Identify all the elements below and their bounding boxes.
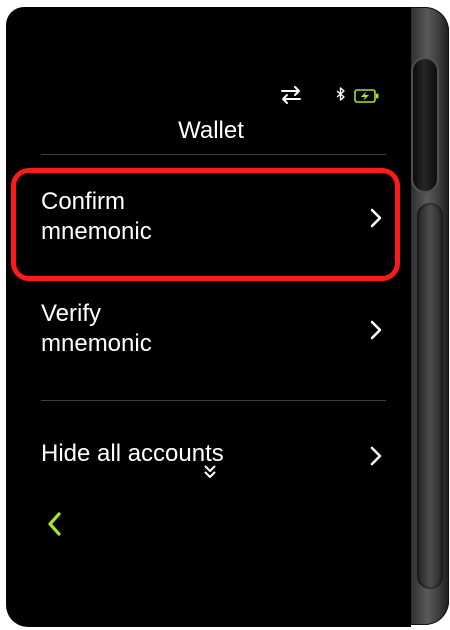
selection-highlight: [11, 168, 400, 281]
chevron-right-icon: [370, 446, 382, 471]
device-screen: Wallet Confirm mnemonic Verify mnemonic …: [6, 7, 411, 627]
double-chevron-down-icon[interactable]: [204, 465, 216, 484]
menu-item-label: Hide all accounts: [41, 440, 224, 467]
bluetooth-icon: [336, 87, 346, 106]
hardware-wallet-device: Wallet Confirm mnemonic Verify mnemonic …: [3, 3, 449, 627]
menu-item-verify-mnemonic[interactable]: Verify mnemonic: [41, 299, 386, 361]
side-grip: [417, 203, 443, 589]
chevron-right-icon: [370, 320, 382, 345]
menu-divider: [41, 400, 386, 401]
header-divider: [41, 154, 386, 155]
page-title: Wallet: [178, 117, 244, 144]
battery-charging-icon: [354, 89, 380, 108]
chevron-left-icon[interactable]: [44, 509, 66, 539]
transfer-icon: [280, 85, 302, 110]
side-button[interactable]: [413, 59, 437, 191]
menu-item-label: Verify mnemonic: [41, 300, 152, 357]
